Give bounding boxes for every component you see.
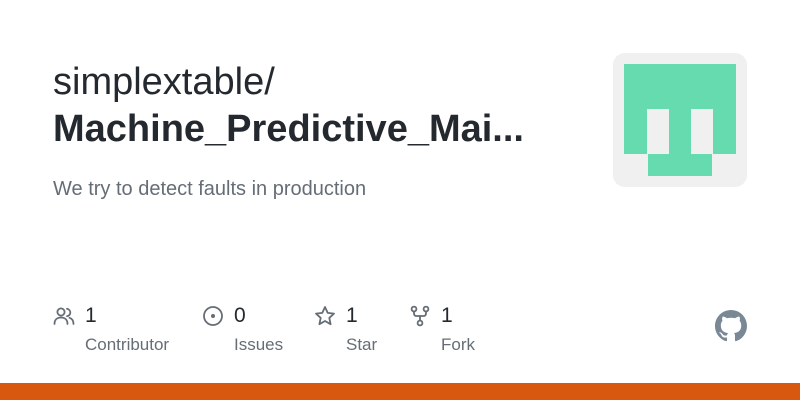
stat-issues[interactable]: 0 Issues (202, 303, 322, 363)
language-bar (0, 383, 800, 400)
issue-opened-icon (203, 306, 223, 326)
forks-count: 1 (441, 304, 453, 327)
people-icon (53, 307, 75, 325)
star-icon (315, 306, 335, 326)
contributors-label: Contributor (85, 335, 170, 354)
owner-avatar[interactable] (613, 53, 747, 187)
stars-label: Star (346, 335, 378, 354)
stat-contributors[interactable]: 1 Contributor (53, 303, 203, 363)
repository-social-card: simplextable/ Machine_Predictive_Mai... … (0, 0, 800, 400)
repo-owner[interactable]: simplextable/ (53, 60, 275, 104)
repo-forked-icon (410, 305, 430, 327)
issues-count: 0 (234, 304, 246, 327)
contributors-count: 1 (85, 304, 97, 327)
stat-stars[interactable]: 1 Star (314, 303, 404, 363)
github-mark-icon[interactable] (715, 310, 747, 342)
identicon-avatar-icon (613, 53, 747, 187)
repo-description: We try to detect faults in production (53, 178, 367, 200)
stat-forks[interactable]: 1 Fork (409, 303, 499, 363)
issues-label: Issues (234, 335, 284, 354)
repo-name[interactable]: Machine_Predictive_Mai... (53, 106, 553, 152)
forks-label: Fork (441, 335, 475, 354)
stars-count: 1 (346, 304, 358, 327)
